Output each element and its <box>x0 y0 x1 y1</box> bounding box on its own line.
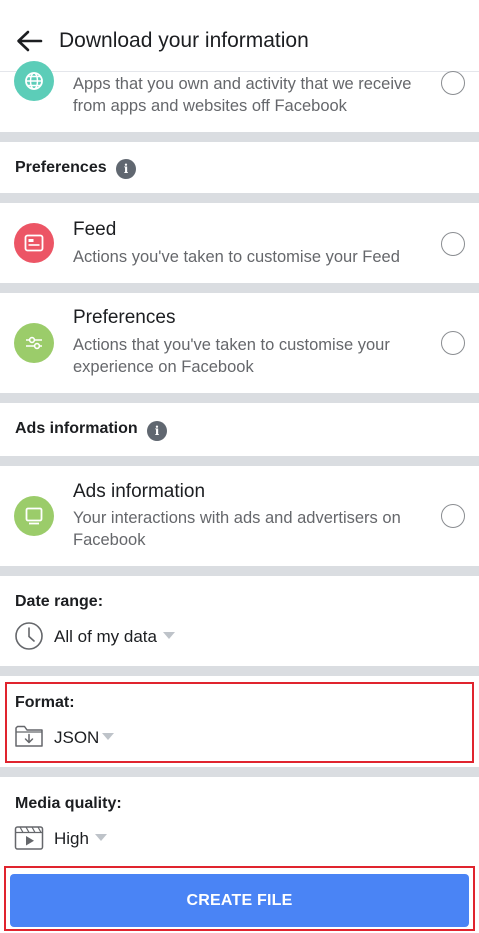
divider <box>0 666 479 676</box>
feed-icon <box>14 223 54 263</box>
info-icon[interactable]: i <box>116 159 136 179</box>
item-title: Feed <box>73 219 117 240</box>
app-header: Download your information <box>0 0 479 72</box>
media-quality-dropdown[interactable]: High <box>54 829 89 849</box>
video-icon <box>14 823 44 853</box>
item-title: Preferences <box>73 307 176 328</box>
media-quality-setting: Media quality: High <box>0 777 479 863</box>
section-title: Ads information <box>15 420 138 437</box>
section-header-preferences: Preferences i <box>0 142 479 193</box>
divider <box>0 767 479 777</box>
create-button-highlight-box <box>4 866 475 931</box>
back-button[interactable] <box>12 24 46 58</box>
section-header-ads: Ads information i <box>0 403 479 456</box>
preferences-radio[interactable] <box>441 331 465 355</box>
divider <box>0 566 479 576</box>
divider <box>0 132 479 142</box>
list-item-ads[interactable]: Ads information Your interactions with a… <box>0 466 479 566</box>
list-item-apps[interactable]: Apps that you own and activity that we r… <box>0 61 479 132</box>
list-item-feed[interactable]: Feed Actions you've taken to customise y… <box>0 203 479 283</box>
format-highlight-box <box>5 682 474 763</box>
list-item-preferences[interactable]: Preferences Actions that you've taken to… <box>0 293 479 393</box>
clock-icon <box>14 621 44 651</box>
divider <box>0 393 479 403</box>
divider <box>0 193 479 203</box>
ads-radio[interactable] <box>441 504 465 528</box>
media-quality-label: Media quality: <box>15 795 122 812</box>
feed-radio[interactable] <box>441 232 465 256</box>
chevron-down-icon[interactable] <box>95 834 107 841</box>
chevron-down-icon[interactable] <box>163 632 175 639</box>
divider <box>0 283 479 293</box>
date-range-setting: Date range: All of my data <box>0 576 479 666</box>
page-title: Download your information <box>59 29 309 52</box>
info-icon[interactable]: i <box>147 421 167 441</box>
sliders-icon <box>14 323 54 363</box>
item-description: Actions you've taken to customise your F… <box>73 248 400 266</box>
globe-icon <box>14 61 54 101</box>
date-range-label: Date range: <box>15 593 104 610</box>
section-title: Preferences <box>15 159 107 176</box>
arrow-left-icon <box>17 30 43 52</box>
item-title: Ads information <box>73 481 206 502</box>
monitor-icon <box>14 496 54 536</box>
item-description: Your interactions with ads and advertise… <box>73 509 401 549</box>
item-description: Actions that you've taken to customise y… <box>73 336 390 376</box>
apps-radio[interactable] <box>441 71 465 95</box>
date-range-dropdown[interactable]: All of my data <box>54 627 157 647</box>
divider <box>0 456 479 466</box>
item-description: Apps that you own and activity that we r… <box>73 75 412 115</box>
